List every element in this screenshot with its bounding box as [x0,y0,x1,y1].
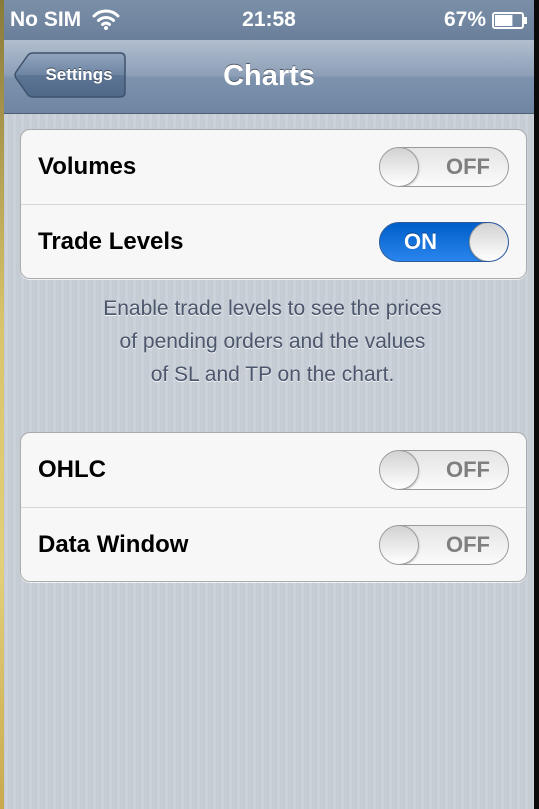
right-edge-strip [534,0,539,809]
setting-row-data-window: Data Window OFF [21,507,526,581]
setting-label-ohlc: OHLC [38,456,106,483]
trade-levels-footer-note: Enable trade levels to see the prices of… [20,292,525,391]
ohlc-toggle-knob [380,451,419,489]
ohlc-toggle[interactable]: OFF [379,450,509,490]
battery-icon [492,12,527,29]
setting-label-trade-levels: Trade Levels [38,228,184,255]
setting-label-data-window: Data Window [38,531,189,558]
data-window-toggle[interactable]: OFF [379,525,509,565]
volumes-toggle[interactable]: OFF [379,147,509,187]
footer-line: Enable trade levels to see the prices [103,297,442,320]
trade-levels-toggle[interactable]: ON [379,222,509,262]
footer-line: of SL and TP on the chart. [150,363,395,386]
settings-group-chart-info: OHLC OFF Data Window OFF [20,432,527,582]
volumes-toggle-knob [380,148,419,186]
battery-fill [495,15,513,26]
page-title: Charts [223,60,315,92]
screen: No SIM 21:58 67% Settings Charts Volumes… [0,0,539,809]
navigation-bar: Settings Charts [4,40,534,114]
setting-row-ohlc: OHLC OFF [21,433,526,507]
setting-row-trade-levels: Trade Levels ON [21,204,526,278]
battery-percentage: 67% [443,8,486,31]
setting-label-volumes: Volumes [38,153,137,180]
data-window-toggle-knob [380,526,419,564]
footer-line: of pending orders and the values [119,330,426,353]
data-window-toggle-state: OFF [446,532,490,557]
left-edge-strip [0,0,4,809]
status-bar: No SIM 21:58 67% [4,0,534,40]
volumes-toggle-state: OFF [446,154,490,179]
ohlc-toggle-state: OFF [446,457,490,482]
settings-group-chart-overlays: Volumes OFF Trade Levels ON [20,129,527,279]
trade-levels-toggle-state: ON [404,229,437,254]
trade-levels-toggle-knob [469,223,508,261]
setting-row-volumes: Volumes OFF [21,130,526,204]
